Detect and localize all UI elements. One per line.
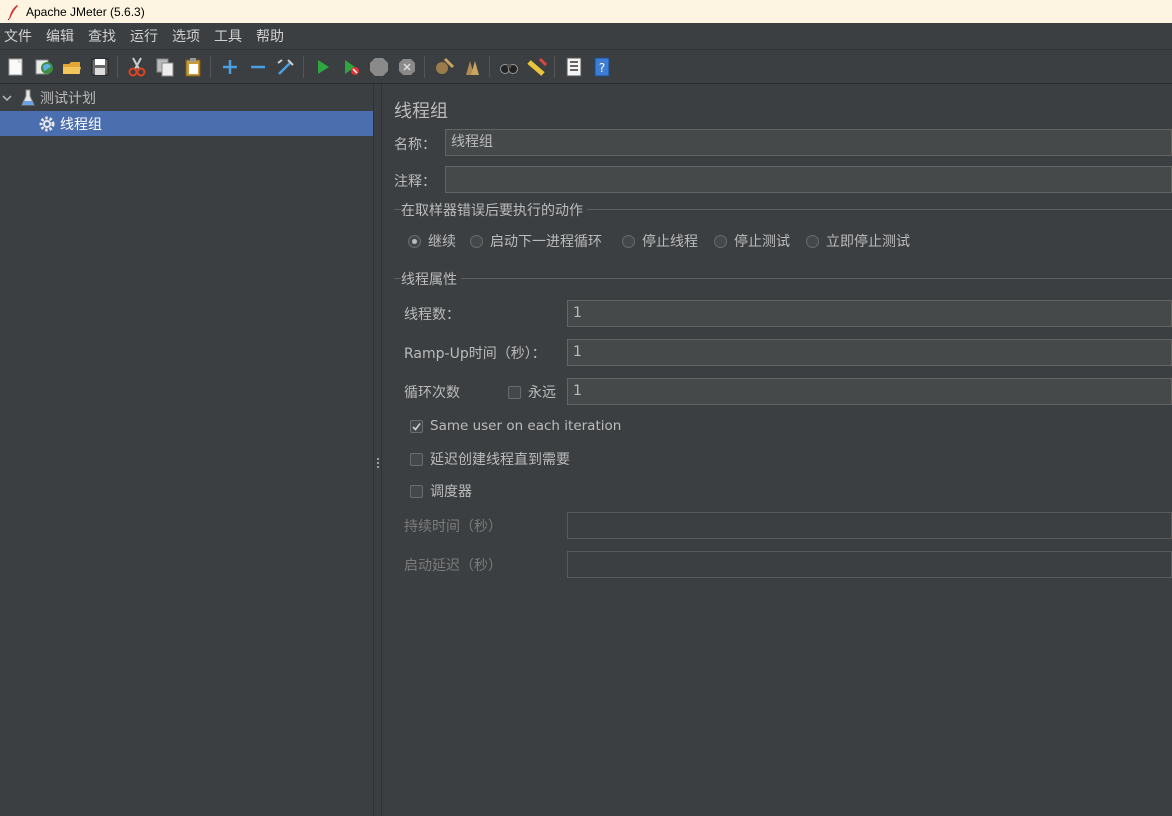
radio-label: 停止测试 [734, 234, 790, 250]
checkmark-icon [412, 422, 421, 431]
tree-node-label: 测试计划 [40, 90, 96, 107]
start-no-pause-icon[interactable] [339, 55, 363, 79]
tree-node-test-plan[interactable]: 测试计划 [0, 85, 373, 110]
checkbox[interactable] [410, 419, 423, 433]
copy-icon[interactable] [153, 55, 177, 79]
templates-icon[interactable] [32, 55, 56, 79]
window-titlebar: Apache JMeter (5.6.3) [0, 0, 1172, 23]
checkbox[interactable] [508, 385, 521, 399]
tree-node-thread-group[interactable]: 线程组 [0, 111, 373, 136]
loop-count-field[interactable]: 1 [567, 378, 1172, 405]
shutdown-icon[interactable] [395, 55, 419, 79]
page-title: 线程组 [394, 101, 448, 122]
duration-field[interactable] [567, 512, 1172, 539]
radio-stop-test-now[interactable]: 立即停止测试 [806, 231, 910, 251]
loop-count-label: 循环次数 [404, 385, 460, 401]
name-label: 名称： [394, 137, 436, 153]
checkbox-label: 调度器 [430, 484, 472, 500]
menu-edit[interactable]: 编辑 [42, 26, 81, 46]
radio-start-next-loop[interactable]: 启动下一进程循环 [470, 231, 602, 251]
collapse-icon[interactable] [246, 55, 270, 79]
toolbar-separator [303, 55, 304, 78]
checkbox-label: 永远 [528, 385, 556, 401]
help-icon[interactable]: ? [590, 55, 614, 79]
radio-button[interactable] [714, 234, 727, 248]
paste-icon[interactable] [181, 55, 205, 79]
thread-props-group-title: 线程属性 [401, 269, 461, 289]
radio-label: 停止线程 [642, 234, 698, 250]
menu-search[interactable]: 查找 [84, 26, 123, 46]
menu-help[interactable]: 帮助 [252, 26, 291, 46]
toolbar-separator [424, 55, 425, 78]
toggle-icon[interactable] [274, 55, 298, 79]
checkbox-label: Same user on each iteration [430, 418, 622, 434]
toolbar-separator [489, 55, 490, 78]
window-title: Apache JMeter (5.6.3) [26, 4, 145, 19]
toolbar-separator [554, 55, 555, 78]
forever-checkbox[interactable]: 永远 [508, 382, 556, 402]
jmeter-feather-icon [7, 4, 18, 20]
duration-label: 持续时间（秒） [404, 519, 502, 535]
clear-all-icon[interactable] [460, 55, 484, 79]
tree-node-label: 线程组 [60, 116, 102, 133]
stop-icon[interactable] [367, 55, 391, 79]
radio-button[interactable] [470, 234, 483, 248]
splitter-grip[interactable] [377, 458, 379, 470]
flask-icon [21, 89, 35, 105]
radio-button[interactable] [806, 234, 819, 248]
toolbar-separator [210, 55, 211, 78]
delay-thread-creation-checkbox[interactable]: 延迟创建线程直到需要 [410, 449, 570, 469]
menu-tools[interactable]: 工具 [210, 26, 249, 46]
scheduler-checkbox[interactable]: 调度器 [410, 481, 472, 501]
rampup-field[interactable]: 1 [567, 339, 1172, 366]
radio-stop-thread[interactable]: 停止线程 [622, 231, 698, 251]
svg-text:?: ? [599, 61, 605, 75]
panel-splitter[interactable] [373, 84, 382, 816]
gear-icon [39, 116, 55, 131]
menu-options[interactable]: 选项 [168, 26, 207, 46]
radio-label: 启动下一进程循环 [490, 234, 602, 250]
toolbar-separator [117, 55, 118, 78]
radio-stop-test[interactable]: 停止测试 [714, 231, 790, 251]
radio-continue[interactable]: 继续 [408, 231, 456, 251]
radio-button[interactable] [408, 234, 421, 248]
checkbox[interactable] [410, 484, 423, 498]
comment-label: 注释： [394, 174, 436, 190]
radio-label: 立即停止测试 [826, 234, 910, 250]
save-icon[interactable] [88, 55, 112, 79]
cut-icon[interactable] [125, 55, 149, 79]
menu-file[interactable]: 文件 [0, 26, 39, 46]
radio-label: 继续 [428, 234, 456, 250]
threads-label: 线程数： [404, 307, 460, 323]
test-plan-tree: 测试计划 线程组 [0, 84, 373, 816]
group-border [394, 278, 1172, 279]
startup-delay-field[interactable] [567, 551, 1172, 578]
open-icon[interactable] [60, 55, 84, 79]
function-helper-icon[interactable] [562, 55, 586, 79]
reset-search-icon[interactable] [525, 55, 549, 79]
checkbox-label: 延迟创建线程直到需要 [430, 452, 570, 468]
name-field[interactable]: 线程组 [445, 129, 1172, 156]
rampup-label: Ramp-Up时间（秒）： [404, 346, 546, 362]
checkbox[interactable] [410, 452, 423, 466]
clear-icon[interactable] [432, 55, 456, 79]
expand-icon[interactable] [218, 55, 242, 79]
chevron-down-icon[interactable] [2, 93, 12, 103]
threads-field[interactable]: 1 [567, 300, 1172, 327]
menu-bar: 文件 编辑 查找 运行 选项 工具 帮助 [0, 23, 1172, 50]
startup-delay-label: 启动延迟（秒） [404, 558, 502, 574]
same-user-checkbox[interactable]: Same user on each iteration [410, 418, 621, 434]
comment-field[interactable] [445, 166, 1172, 193]
menu-run[interactable]: 运行 [126, 26, 165, 46]
thread-group-panel: 线程组 名称： 线程组 注释： 在取样器错误后要执行的动作 继续 启动下一进程循… [382, 84, 1172, 816]
radio-button[interactable] [622, 234, 635, 248]
new-icon[interactable] [4, 55, 28, 79]
start-icon[interactable] [311, 55, 335, 79]
toolbar: ? [0, 50, 1172, 84]
on-error-group-title: 在取样器错误后要执行的动作 [401, 200, 587, 220]
search-icon[interactable] [497, 55, 521, 79]
